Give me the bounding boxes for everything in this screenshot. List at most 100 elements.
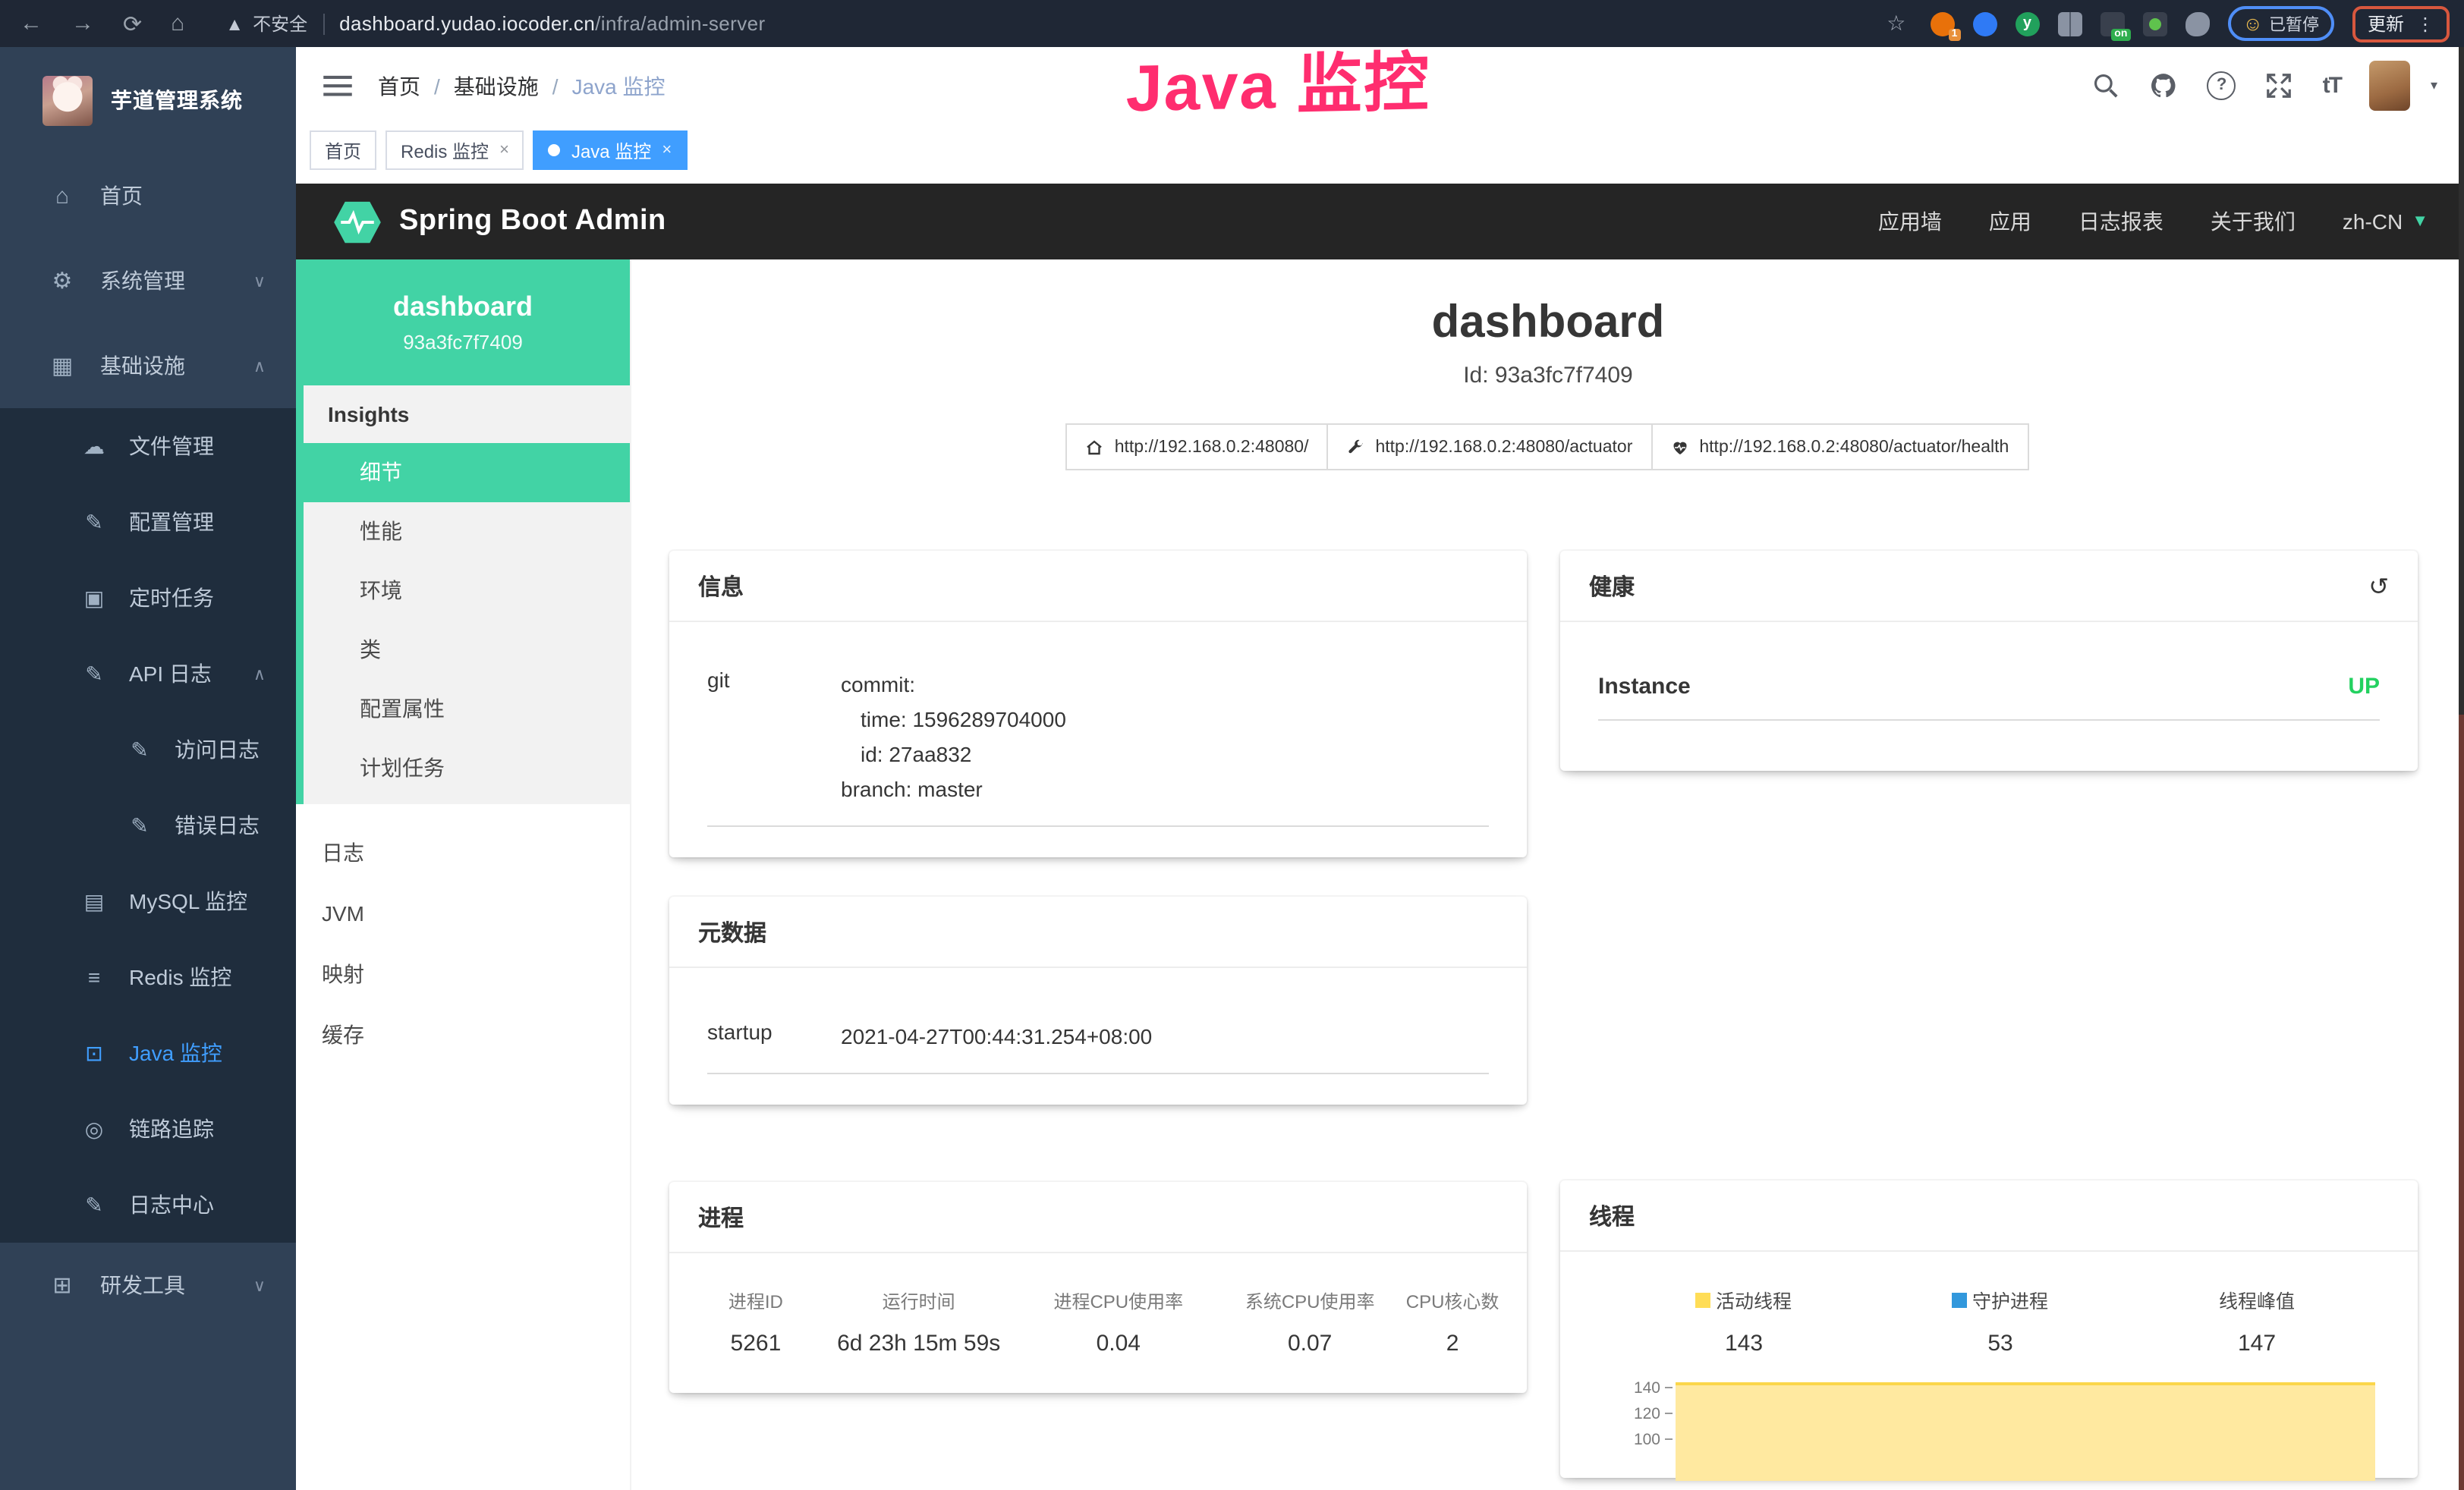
app-title: 芋道管理系统 [111, 85, 243, 115]
browser-back-button[interactable]: ← [20, 11, 42, 36]
fullscreen-icon[interactable] [2265, 71, 2294, 100]
sidebar-item-access-log[interactable]: ✎ 访问日志 [0, 712, 296, 787]
threads-card: 线程 活动线程 143 守护进程 [1560, 1180, 2418, 1478]
user-avatar[interactable] [2370, 61, 2411, 111]
sidebar-item-home[interactable]: ⌂ 首页 [0, 153, 296, 238]
live-threads-swatch [1696, 1292, 1711, 1307]
extension-icon-pin[interactable] [1972, 11, 1997, 36]
sidenav-item-scheduled[interactable]: 计划任务 [304, 739, 630, 798]
browser-reload-button[interactable]: ⟳ [123, 10, 142, 37]
font-size-icon[interactable]: tT [2323, 73, 2341, 99]
dashboard-icon: ⌂ [46, 183, 79, 209]
help-icon[interactable]: ? [2208, 71, 2236, 100]
browser-home-button[interactable]: ⌂ [171, 11, 184, 36]
briefcase-icon: ⊞ [46, 1272, 79, 1299]
bookmark-star-icon[interactable]: ☆ [1887, 11, 1905, 36]
health-url-link[interactable]: http://192.168.0.2:48080/actuator/health [1651, 423, 2028, 470]
sidebar-item-mysql[interactable]: ▤ MySQL 监控 [0, 863, 296, 939]
chevron-down-icon: ∨ [253, 271, 266, 291]
browser-menu-kebab-icon[interactable]: ⋮ [2416, 13, 2434, 34]
hamburger-collapse-icon[interactable] [323, 74, 352, 97]
scrollbar-thumb[interactable] [2459, 715, 2464, 1490]
screenshot-stage: ← → ⟳ ⌂ ▲ 不安全 dashboard.yudao.iocoder.cn… [0, 0, 2464, 1490]
layers-icon: ≡ [79, 965, 109, 989]
actuator-url-link[interactable]: http://192.168.0.2:48080/actuator [1326, 423, 1652, 470]
insights-group: Insights 细节 性能 环境 类 配置属性 计划任务 [296, 385, 630, 804]
threads-chart: 140 120 100 [1581, 1375, 2396, 1481]
avatar-dropdown-caret-icon[interactable]: ▾ [2431, 77, 2437, 94]
emoji-face-icon: ☺ [2242, 12, 2263, 35]
locale-selector[interactable]: zh-CN ▼ [2343, 209, 2428, 234]
sidebar-item-dev-tools[interactable]: ⊞ 研发工具 ∨ [0, 1243, 296, 1328]
sidenav-item-classes[interactable]: 类 [304, 621, 630, 680]
sidenav-item-metrics[interactable]: 性能 [304, 502, 630, 561]
sba-nav-applications[interactable]: 应用 [1989, 206, 2031, 237]
tab-redis[interactable]: Redis 监控× [385, 130, 524, 170]
peak-threads-value: 147 [2140, 1331, 2374, 1356]
close-icon[interactable]: × [499, 141, 509, 159]
git-label: git [707, 668, 841, 807]
address-bar[interactable]: ▲ 不安全 dashboard.yudao.iocoder.cn/infra/a… [225, 11, 765, 36]
sidebar-item-trace[interactable]: ◎ 链路追踪 [0, 1091, 296, 1167]
instance-label: Instance [1598, 674, 1691, 699]
page-scrollbar[interactable] [2459, 47, 2464, 1490]
tab-java[interactable]: Java 监控× [533, 130, 687, 170]
sidenav-item-configprops[interactable]: 配置属性 [304, 680, 630, 739]
sidebar-item-api-log[interactable]: ✎ API 日志 ∧ [0, 636, 296, 712]
sidenav-item-logfile[interactable]: 日志 [296, 822, 630, 883]
extension-icon-leaf[interactable] [2142, 11, 2167, 36]
instance-header[interactable]: dashboard 93a3fc7f7409 [296, 259, 630, 385]
page-title: dashboard [631, 297, 2464, 349]
url-host: dashboard.yudao.iocoder.cn [339, 12, 595, 35]
close-icon[interactable]: × [662, 141, 672, 159]
edit-icon: ✎ [79, 509, 109, 535]
threads-legend: 活动线程 143 守护进程 53 线程峰值 [1627, 1285, 2396, 1356]
sidenav-item-mappings[interactable]: 映射 [296, 944, 630, 1004]
paused-status-pill[interactable]: ☺ 已暂停 [2227, 6, 2334, 41]
sidenav-item-caches[interactable]: 缓存 [296, 1004, 630, 1065]
extensions-puzzle-icon[interactable] [2185, 11, 2209, 36]
system-cpu-value: 0.07 [1220, 1331, 1399, 1356]
active-dot-icon [549, 144, 561, 156]
breadcrumb-infra[interactable]: 基础设施 [454, 71, 539, 101]
sba-nav-wallboard[interactable]: 应用墙 [1878, 206, 1942, 237]
sidebar-item-file[interactable]: ☁ 文件管理 [0, 408, 296, 484]
sba-main: dashboard Id: 93a3fc7f7409 http://192.16… [631, 259, 2464, 1490]
breadcrumb-home[interactable]: 首页 [378, 71, 420, 101]
sidebar-item-java[interactable]: ⊡ Java 监控 [0, 1015, 296, 1091]
history-icon[interactable]: ↺ [2368, 571, 2389, 602]
extension-icon-y[interactable]: y [2015, 11, 2039, 36]
sba-nav-journal[interactable]: 日志报表 [2079, 206, 2163, 237]
sidebar-item-error-log[interactable]: ✎ 错误日志 [0, 787, 296, 863]
browser-update-button[interactable]: 更新 ⋮ [2352, 5, 2450, 42]
sidenav-item-jvm[interactable]: JVM [296, 883, 630, 944]
github-icon[interactable] [2150, 71, 2179, 100]
extension-icon-grid[interactable] [2057, 11, 2082, 36]
sidebar-item-infra[interactable]: ▦ 基础设施 ∧ [0, 323, 296, 408]
instance-health-row[interactable]: Instance UP [1598, 674, 2380, 721]
tab-home[interactable]: 首页 [310, 130, 376, 170]
infra-submenu: ☁ 文件管理 ✎ 配置管理 ▣ 定时任务 ✎ API 日志 ∧ ✎ [0, 408, 296, 1243]
task-icon: ▣ [79, 585, 109, 611]
browser-forward-button[interactable]: → [71, 11, 94, 36]
sidebar-item-redis[interactable]: ≡ Redis 监控 [0, 939, 296, 1015]
search-icon[interactable] [2092, 71, 2121, 100]
process-table-header: 进程ID 运行时间 进程CPU使用率 系统CPU使用率 CPU核心数 [691, 1288, 1506, 1314]
chevron-down-icon: ∨ [253, 1275, 266, 1295]
service-url-link[interactable]: http://192.168.0.2:48080/ [1066, 423, 1329, 470]
instance-id: 93a3fc7f7409 [403, 331, 523, 354]
uptime-value: 6d 23h 15m 59s [821, 1331, 1017, 1356]
threads-chart-y-axis: 140 120 100 [1581, 1375, 1673, 1481]
sidebar-item-system[interactable]: ⚙ 系统管理 ∨ [0, 238, 296, 323]
daemon-threads-swatch [1953, 1292, 1968, 1307]
sidebar-item-config[interactable]: ✎ 配置管理 [0, 484, 296, 560]
sidenav-item-details[interactable]: 细节 [296, 443, 630, 502]
insights-group-title: Insights [304, 385, 630, 443]
sba-nav-about[interactable]: 关于我们 [2211, 206, 2296, 237]
extension-icon-orange[interactable]: 1 [1930, 11, 1954, 36]
sidebar-item-log-center[interactable]: ✎ 日志中心 [0, 1167, 296, 1243]
chevron-up-icon: ∧ [253, 664, 266, 684]
sidenav-item-environment[interactable]: 环境 [304, 561, 630, 621]
extension-icon-on[interactable]: on [2100, 11, 2124, 36]
sidebar-item-job[interactable]: ▣ 定时任务 [0, 560, 296, 636]
